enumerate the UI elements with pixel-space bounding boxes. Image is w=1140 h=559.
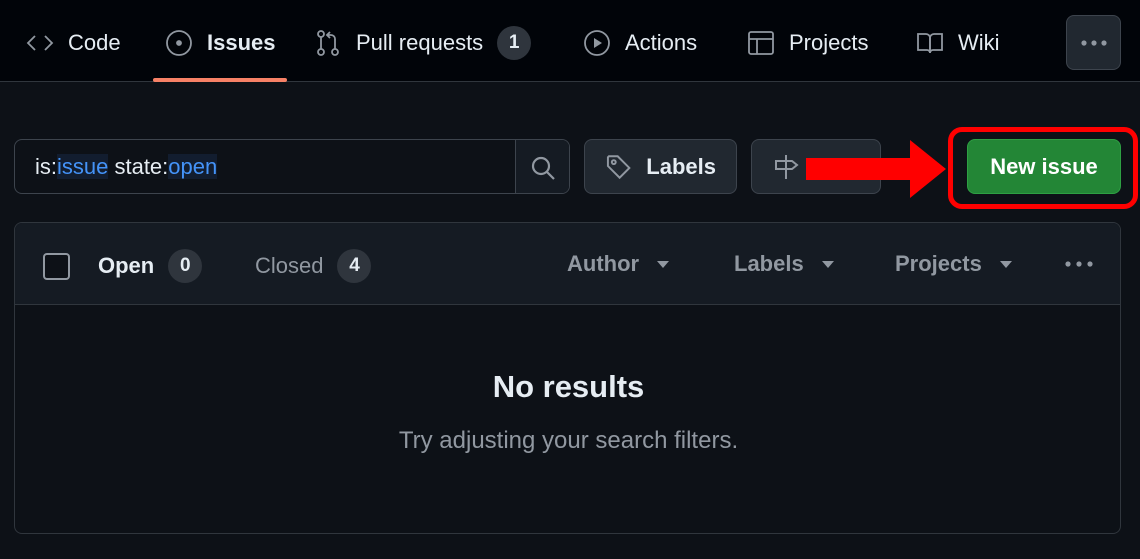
tab-pull-requests[interactable]: Pull requests 1: [314, 22, 532, 64]
issues-list-header: Open 0 Closed 4 Author Labels Projects: [15, 223, 1120, 305]
tag-icon: [606, 154, 631, 179]
tab-actions-label: Actions: [625, 30, 698, 55]
kebab-horizontal-icon[interactable]: [1063, 259, 1095, 269]
open-count: 0: [168, 249, 203, 283]
tab-projects[interactable]: Projects: [747, 22, 868, 64]
search-query: is:issue state:open: [35, 154, 218, 180]
table-icon: [748, 31, 774, 55]
closed-issues-tab[interactable]: Closed 4: [255, 249, 372, 283]
issue-search-input[interactable]: is:issue state:open: [14, 139, 570, 194]
labels-button[interactable]: Labels: [584, 139, 737, 194]
author-filter-label: Author: [567, 251, 640, 276]
tab-pull-requests-label: Pull requests: [356, 30, 484, 55]
repo-navigation: Code Issues Pull requests 1 Actions Proj…: [0, 0, 1140, 82]
more-tabs-button[interactable]: [1066, 15, 1121, 70]
search-icon: [531, 156, 555, 180]
labels-filter-label: Labels: [734, 251, 804, 276]
tab-projects-label: Projects: [789, 30, 869, 55]
tab-wiki-label: Wiki: [958, 30, 1000, 55]
query-value-open: open: [168, 154, 218, 179]
book-icon: [917, 33, 943, 54]
open-issues-tab[interactable]: Open 0: [98, 249, 203, 283]
code-icon: [26, 35, 54, 51]
annotation-arrow: [806, 140, 946, 198]
play-icon: [584, 30, 610, 56]
search-button[interactable]: [515, 140, 569, 193]
tab-code[interactable]: Code: [26, 22, 121, 64]
closed-count: 4: [337, 249, 372, 283]
select-all-checkbox[interactable]: [43, 253, 70, 280]
projects-filter-label: Projects: [895, 251, 982, 276]
query-qualifier-state: state:: [108, 154, 169, 179]
labels-filter[interactable]: Labels: [734, 251, 834, 277]
projects-filter[interactable]: Projects: [895, 251, 1012, 277]
tab-issues-label: Issues: [207, 30, 276, 55]
tab-issues[interactable]: Issues: [165, 22, 276, 64]
issues-list: Open 0 Closed 4 Author Labels Projects N…: [14, 222, 1121, 534]
tab-code-label: Code: [68, 30, 121, 55]
chevron-down-icon: [999, 260, 1012, 268]
tab-wiki[interactable]: Wiki: [916, 22, 1000, 64]
chevron-down-icon: [657, 260, 670, 268]
selected-tab-indicator: [153, 78, 287, 82]
issue-opened-icon: [166, 30, 192, 56]
pull-requests-counter: 1: [497, 26, 532, 60]
query-value-issue: issue: [57, 154, 109, 179]
annotation-highlight-box: [948, 127, 1138, 209]
author-filter[interactable]: Author: [567, 251, 670, 277]
git-pull-request-icon: [317, 30, 339, 56]
labels-button-label: Labels: [646, 153, 716, 179]
query-qualifier: is:: [35, 154, 57, 179]
closed-label: Closed: [255, 253, 324, 278]
empty-state-title: No results: [492, 369, 645, 404]
milestone-icon: [775, 154, 799, 179]
empty-state-subtitle: Try adjusting your search filters.: [398, 427, 739, 454]
chevron-down-icon: [821, 260, 834, 268]
open-label: Open: [98, 253, 155, 278]
kebab-horizontal-icon: [1080, 39, 1107, 46]
tab-actions[interactable]: Actions: [583, 22, 697, 64]
